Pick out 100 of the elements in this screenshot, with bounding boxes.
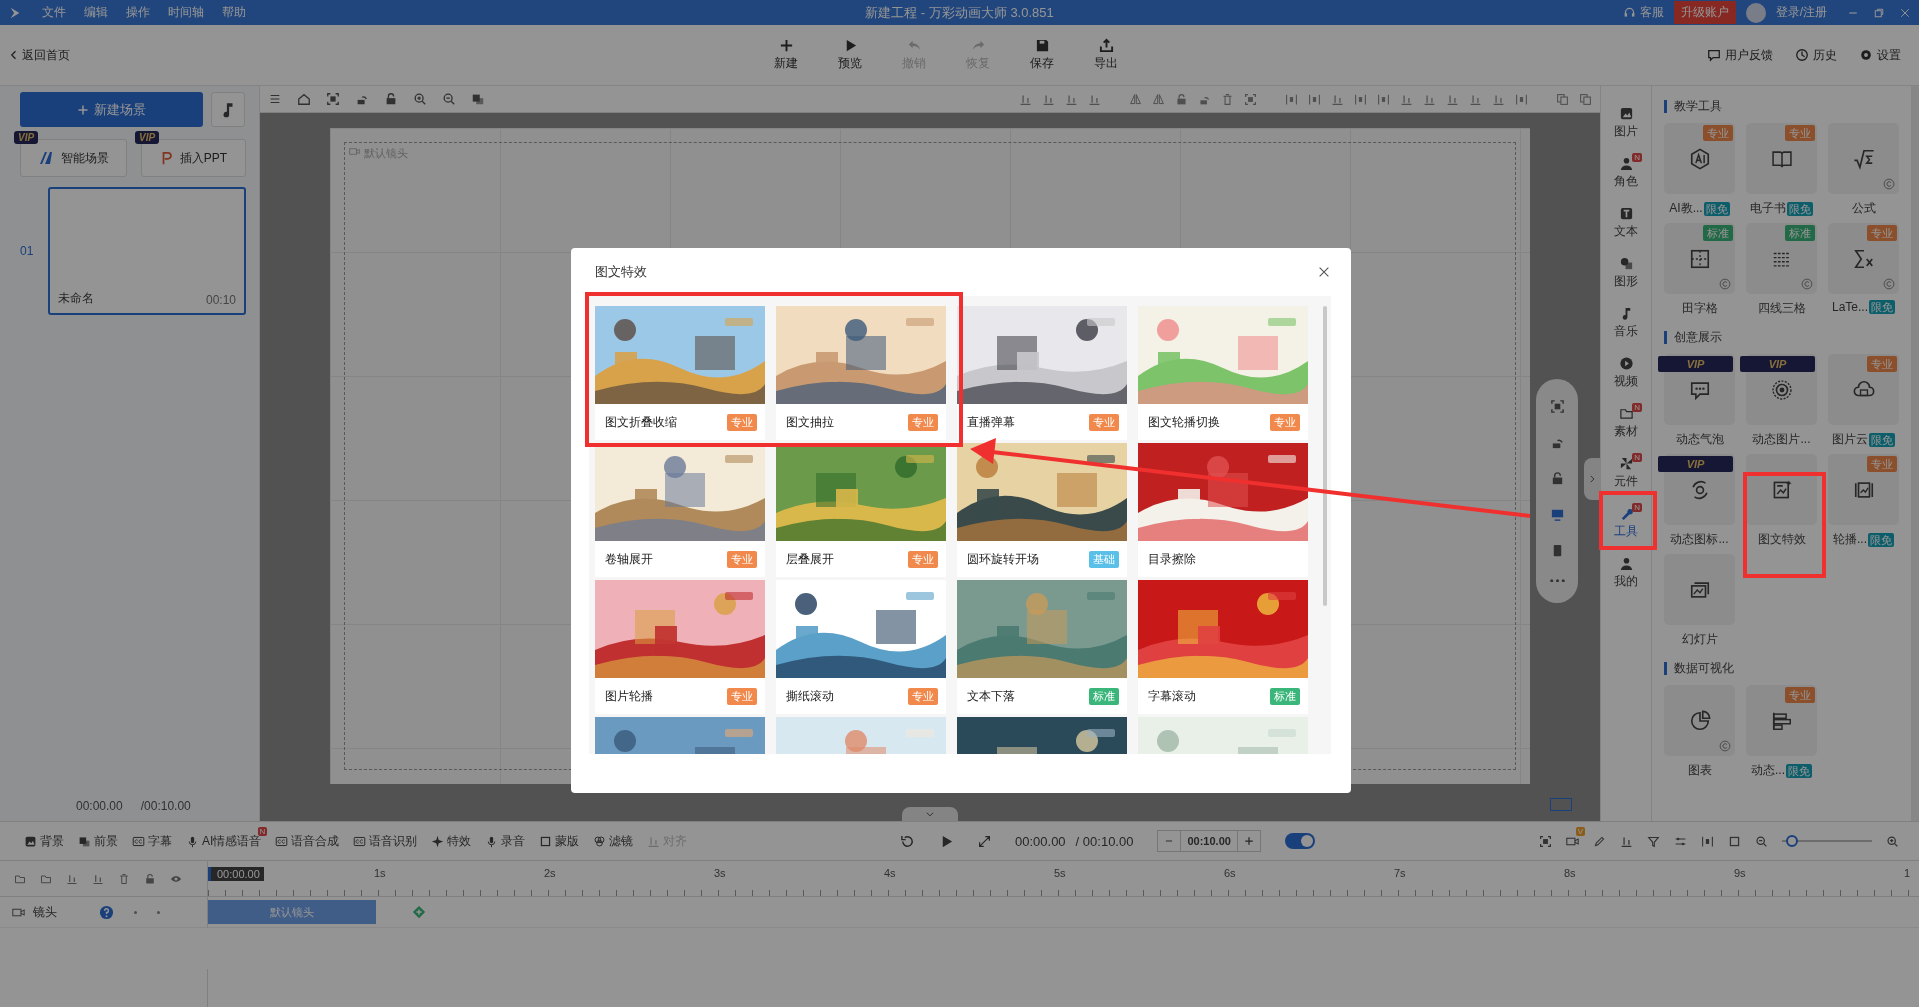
align-icon (1065, 92, 1078, 106)
timeline-tool-button[interactable]: 字幕 (132, 832, 172, 850)
toolbar-button[interactable] (384, 92, 398, 106)
menu-item[interactable]: 编辑 (84, 4, 108, 21)
sidebar-tab[interactable]: 我的 (1604, 551, 1648, 595)
toggle-switch[interactable] (1284, 833, 1315, 849)
toolbar-button[interactable] (1331, 92, 1344, 106)
toolbar-button[interactable] (1515, 92, 1528, 106)
login-link[interactable]: 登录/注册 (1775, 4, 1827, 21)
ruler-label: 4s (884, 867, 896, 879)
toolbar-button[interactable] (1244, 92, 1257, 106)
more-button[interactable] (1549, 578, 1565, 583)
new-badge: N (1632, 403, 1642, 412)
toolbar-button[interactable]: 用户反馈 (1707, 46, 1773, 64)
sidebar-tab[interactable]: 图片 (1604, 101, 1648, 145)
timeline-tool-button[interactable]: 语音合成 (275, 832, 340, 850)
menu-item[interactable]: 操作 (126, 4, 150, 21)
ruler-label: 8s (1564, 867, 1576, 879)
toolbar-button[interactable]: 新建 (768, 38, 804, 72)
toolbar-button[interactable] (1308, 92, 1321, 106)
fit-width-icon (1701, 834, 1714, 848)
card-label: 目录擦除 (1148, 550, 1196, 568)
toolbar-button[interactable] (1492, 92, 1505, 106)
playhead[interactable]: 00:00.00 (208, 867, 264, 881)
toolbar-button[interactable] (1042, 92, 1055, 106)
toolbar-button[interactable] (442, 92, 456, 106)
sidebar-tab[interactable]: 图形 (1604, 251, 1648, 295)
person-icon (1618, 156, 1634, 171)
collapse-button[interactable] (1584, 458, 1600, 500)
toolbar-button[interactable] (1377, 92, 1390, 106)
timeline-tool-button[interactable]: 背景 (24, 832, 64, 850)
toolbar-button[interactable] (1221, 92, 1234, 106)
collapse-button[interactable] (902, 807, 958, 821)
effect-card[interactable]: 文本下落 标准 (957, 580, 1127, 714)
flip-icon (1129, 92, 1142, 106)
timeline-tool-button[interactable]: 语音识别 (353, 832, 418, 850)
customer-service-button[interactable]: 客服 (1622, 4, 1664, 21)
toolbar-button[interactable] (1556, 92, 1569, 106)
toolbar-button[interactable]: 设置 (1859, 46, 1901, 64)
toolbar-button[interactable]: 预览 (832, 38, 868, 72)
tier-badge: 专业 (1089, 413, 1119, 431)
duration-stepper[interactable]: 00:10.00 (1157, 830, 1261, 852)
sidebar-tab[interactable]: 音乐 (1604, 301, 1648, 345)
ruler-label: 2s (544, 867, 556, 879)
ruler-label: 1 (1904, 867, 1911, 879)
tool-label: 图表 (1687, 762, 1712, 779)
close-button[interactable] (1317, 265, 1331, 279)
close-icon (1317, 265, 1331, 279)
toolbar-button[interactable]: 保存 (1024, 38, 1060, 72)
timeline-tool-button[interactable]: 蒙版 (539, 832, 580, 850)
toolbar-button[interactable] (1285, 92, 1298, 106)
toolbar-button[interactable] (1065, 92, 1078, 106)
timeline-tool-button[interactable]: 滤镜 (593, 832, 634, 850)
toolbar-button[interactable] (268, 92, 282, 106)
toolbar-button[interactable] (1423, 92, 1436, 106)
effect-card[interactable]: 字幕滚动 标准 (1138, 580, 1308, 714)
toolbar-button[interactable] (1088, 92, 1101, 106)
sidebar-tab[interactable]: 视频 (1604, 351, 1648, 395)
tier-badge: 专业 (1867, 225, 1897, 241)
new-badge: N (1632, 453, 1642, 462)
toolbar-button[interactable] (1549, 507, 1565, 523)
toolbar-button[interactable] (1579, 92, 1592, 106)
menu-item[interactable]: 帮助 (222, 4, 246, 21)
new-scene-button[interactable]: 新建场景 (20, 92, 203, 127)
upgrade-button[interactable]: 升级账户 (1673, 1, 1736, 24)
toolbar-button[interactable] (1019, 92, 1032, 106)
effect-card[interactable]: 图文抽拉 专业 (776, 306, 946, 440)
toolbar-button[interactable] (1152, 92, 1165, 106)
toolbar-button[interactable] (1129, 92, 1142, 106)
timeline-tool-button[interactable]: 特效 (431, 832, 472, 850)
scene-thumbnail[interactable]: 未命名 00:10 (48, 187, 246, 315)
toolbar-button[interactable]: 导出 (1088, 38, 1124, 72)
menu-item[interactable]: 文件 (42, 4, 66, 21)
toolbar-button[interactable] (1354, 92, 1367, 106)
effect-card[interactable]: 图片轮播 专业 (595, 580, 765, 714)
toolbar-button[interactable] (1446, 92, 1459, 106)
toolbar-button[interactable] (1469, 92, 1482, 106)
toolbar-button[interactable] (297, 92, 311, 106)
toolbar-button[interactable] (1400, 92, 1413, 106)
effect-card[interactable]: 目录擦除 (1138, 443, 1308, 577)
tool-label: AI教... (1669, 200, 1703, 217)
effect-card[interactable]: 图文折叠收缩 专业 (595, 306, 765, 440)
sidebar-tab[interactable]: 文本 (1604, 201, 1648, 245)
tier-badge: 标准 (1270, 687, 1300, 705)
toolbar-button[interactable]: 历史 (1795, 46, 1837, 64)
effect-card[interactable]: 圆环旋转开场 基础 (957, 443, 1127, 577)
timeline-tool-button[interactable]: 前景 (78, 832, 118, 850)
toolbar-button[interactable] (326, 92, 340, 106)
effect-card[interactable]: 直播弹幕 专业 (957, 306, 1127, 440)
timeline-tool-button[interactable]: 录音 (485, 832, 526, 850)
back-button[interactable]: 返回首页 (8, 46, 70, 64)
toolbar-button[interactable] (1549, 399, 1565, 415)
toolbar-button[interactable] (1175, 92, 1188, 106)
scrollbar-thumb[interactable] (1323, 306, 1327, 606)
distribute-icon (1515, 92, 1528, 106)
toolbar-button[interactable] (413, 92, 427, 106)
menu-item[interactable]: 时间轴 (168, 4, 204, 21)
music-button[interactable] (211, 92, 245, 127)
effect-card[interactable]: 图文轮播切换 专业 (1138, 306, 1308, 440)
card-label: 图文折叠收缩 (605, 413, 677, 431)
